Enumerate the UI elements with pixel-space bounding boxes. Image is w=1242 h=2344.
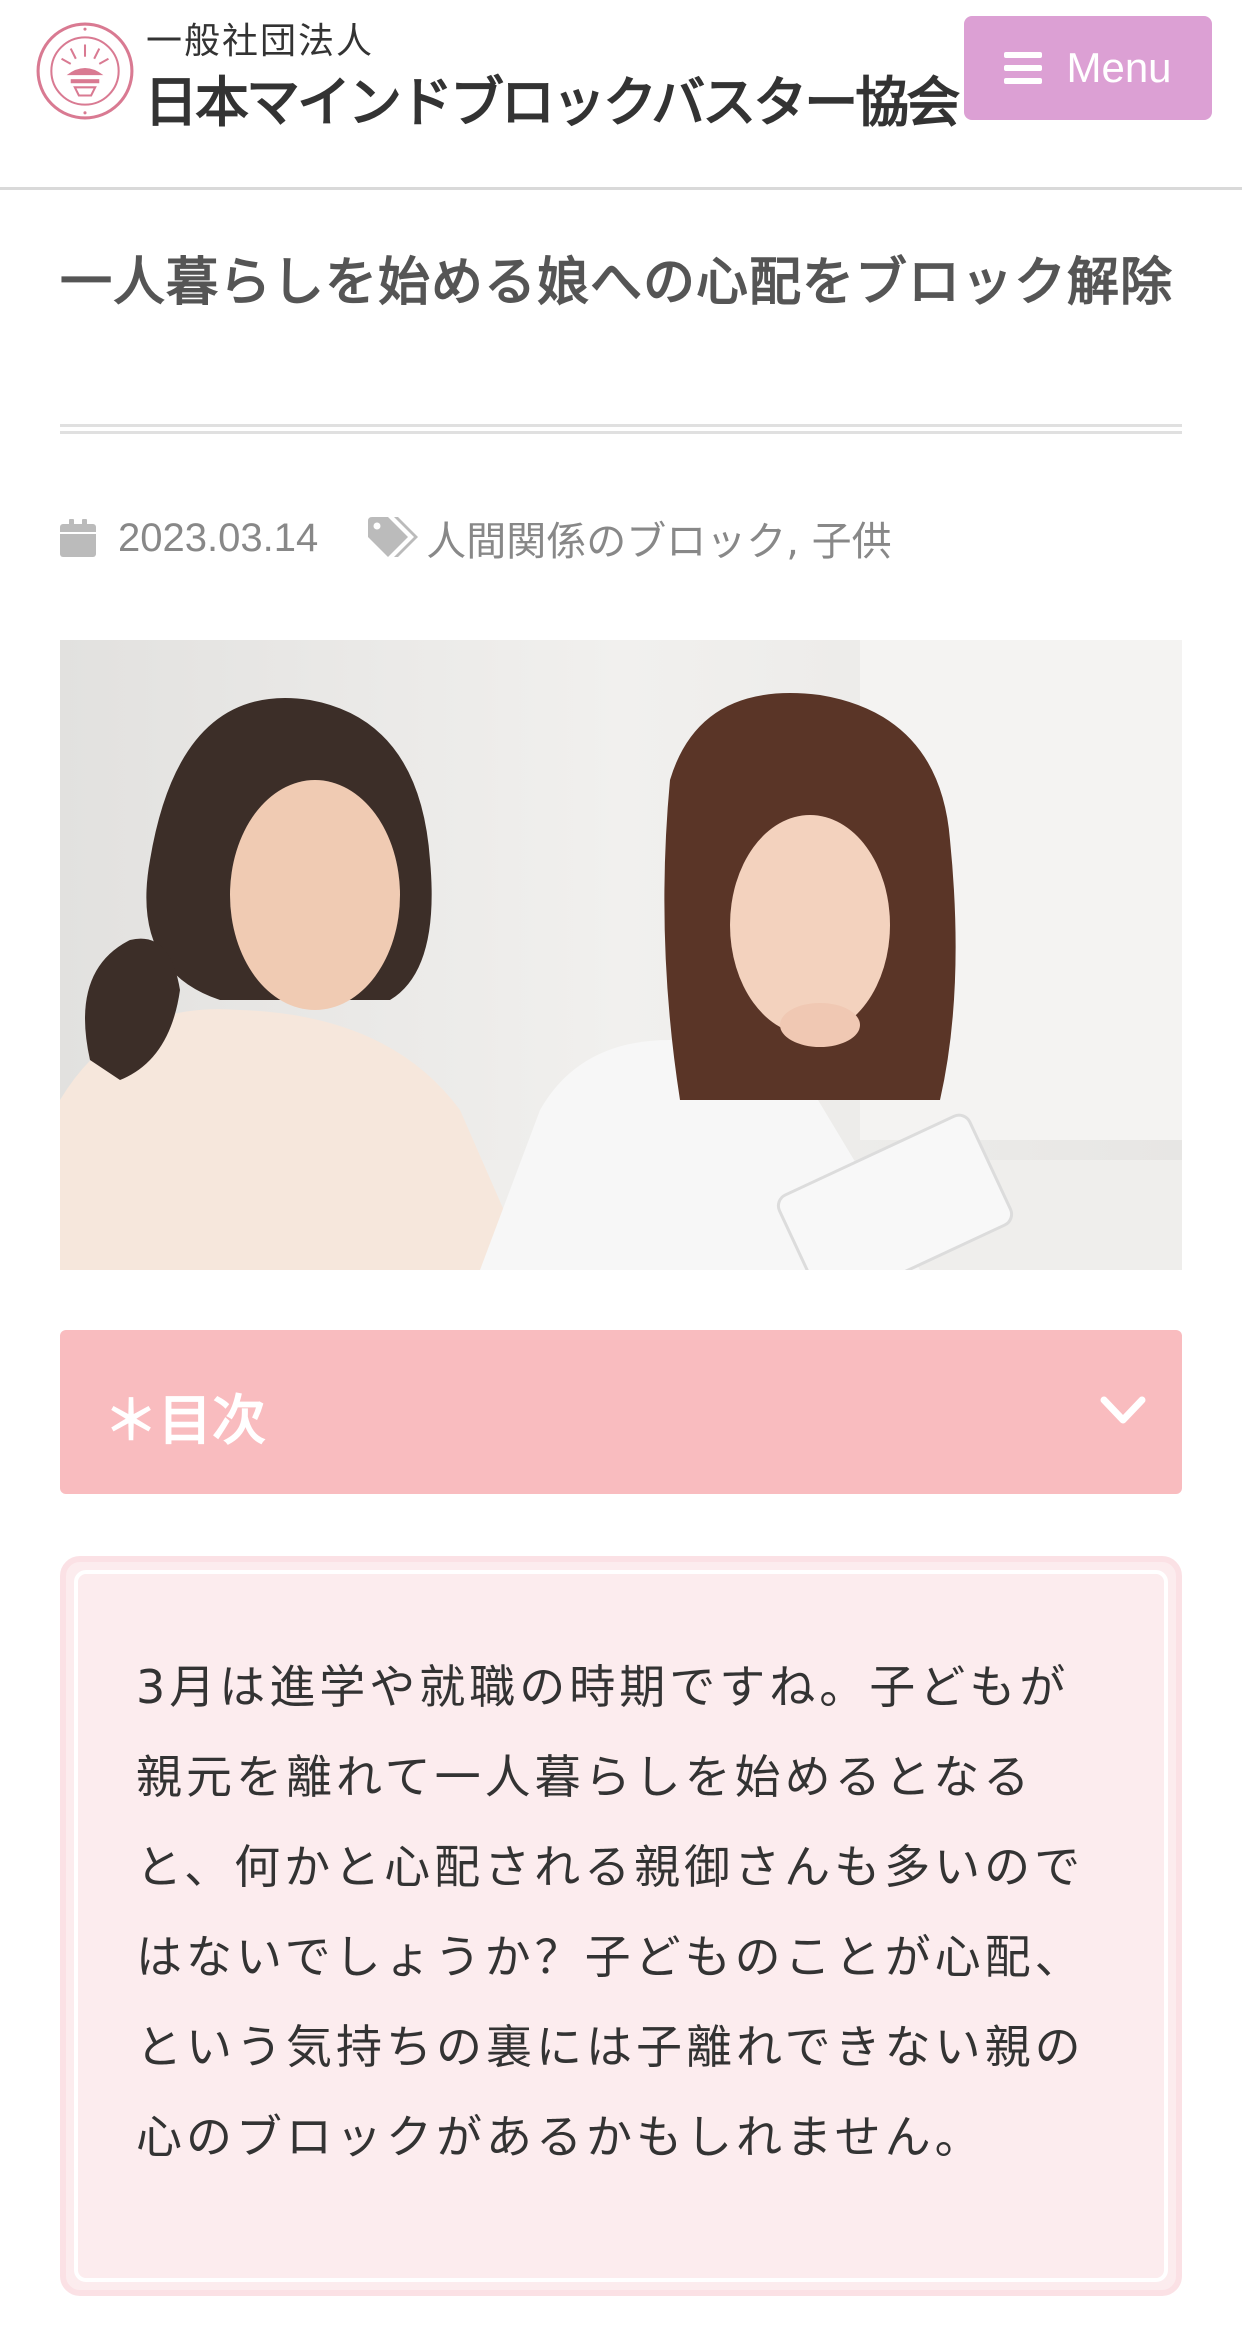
menu-button-label: Menu [1066,44,1172,91]
toc-label: ＊目次 [104,1389,266,1452]
article-meta: 2023.03.14 人間関係のブロック, 子供 [60,508,892,568]
chevron-down-icon [1100,1396,1146,1424]
intro-paragraph: 3月は進学や就職の時期ですね。子どもが親元を離れて一人暮らしを始めるとなると、何… [136,1660,1085,2164]
post-tags[interactable]: 人間関係のブロック, 子供 [426,509,891,567]
site-logo-name[interactable]: 日本マインドブロックバスター協会 [144,58,960,137]
site-header: 一般社団法人 日本マインドブロックバスター協会 Menu [0,0,1242,190]
intro-box: 3月は進学や就職の時期ですね。子どもが親元を離れて一人暮らしを始めるとなると、何… [60,1556,1182,2296]
hero-illustration [60,640,1182,1270]
calendar-icon [60,519,96,557]
article-title: 一人暮らしを始める娘への心配をブロック解除 [60,253,1174,313]
tag-icon [368,517,419,557]
menu-button[interactable]: Menu [964,16,1212,120]
title-divider [60,424,1182,434]
hamburger-icon [1004,52,1043,84]
post-date: 2023.03.14 [118,515,319,560]
org-type-label: 一般社団法人 [146,21,375,62]
seal-logo-icon[interactable] [34,20,136,122]
table-of-contents-toggle[interactable]: ＊目次 [60,1330,1182,1494]
hero-image [60,640,1182,1270]
